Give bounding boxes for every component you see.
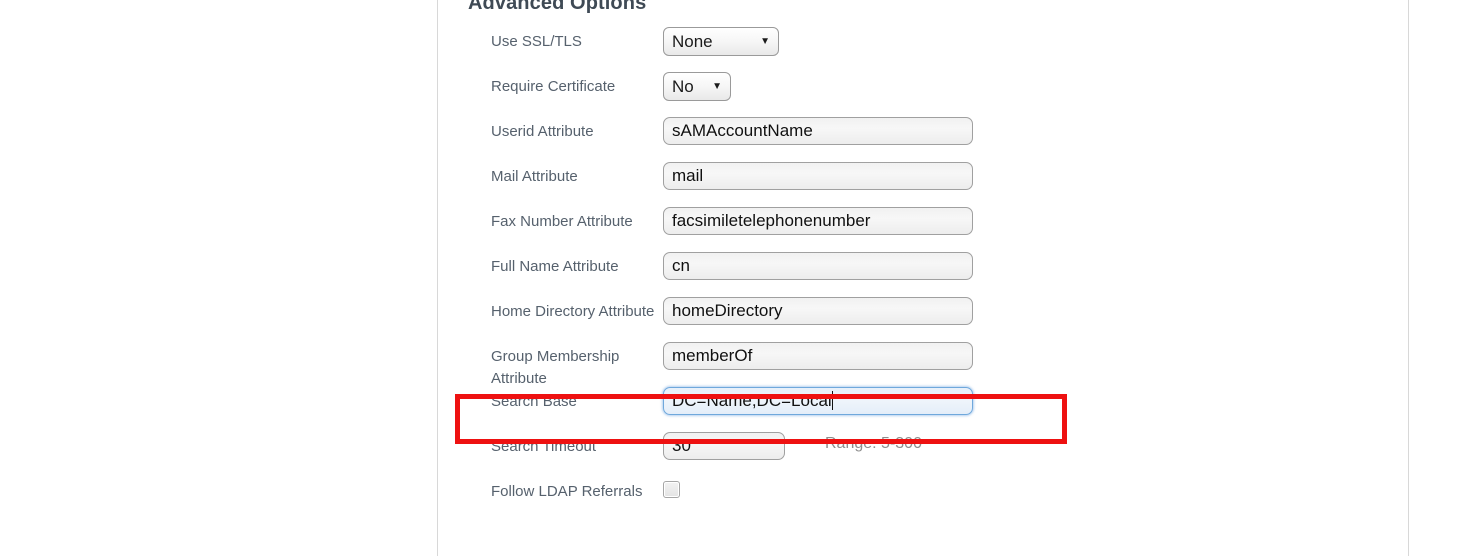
text-cursor [832,391,833,410]
require-certificate-select[interactable]: No ▼ [663,72,731,101]
search-base-value: DC=Name,DC=Local [672,391,832,410]
form-row-group-membership-attribute: Group Membership Attribute memberOf [437,342,1408,387]
label-mail-attribute: Mail Attribute [491,162,663,188]
label-search-timeout: Search Timeout [491,432,663,458]
label-group-membership-attribute: Group Membership Attribute [491,342,663,390]
form-row-search-base: Search Base DC=Name,DC=Local [437,387,1408,432]
form-row-fax-number-attribute: Fax Number Attribute facsimiletelephonen… [437,207,1408,252]
form-row-use-ssl-tls: Use SSL/TLS None ▼ [437,27,1408,72]
follow-ldap-referrals-checkbox[interactable] [663,481,680,498]
fax-number-attribute-input[interactable]: facsimiletelephonenumber [663,207,973,235]
group-membership-attribute-input[interactable]: memberOf [663,342,973,370]
chevron-down-icon: ▼ [760,37,770,47]
search-base-input[interactable]: DC=Name,DC=Local [663,387,973,415]
search-timeout-range-hint: Range: 5-300 [825,432,922,453]
advanced-options-panel: Advanced Options Use SSL/TLS None ▼ Requ… [437,0,1408,556]
mail-attribute-input[interactable]: mail [663,162,973,190]
page-title: Advanced Options [468,0,646,15]
control-use-ssl-tls: None ▼ [663,27,779,56]
control-userid-attribute: sAMAccountName [663,117,973,145]
full-name-attribute-input[interactable]: cn [663,252,973,280]
home-directory-attribute-input[interactable]: homeDirectory [663,297,973,325]
page-root: Advanced Options Use SSL/TLS None ▼ Requ… [0,0,1460,556]
control-fax-number-attribute: facsimiletelephonenumber [663,207,973,235]
label-search-base: Search Base [491,387,663,413]
content-divider-right [1408,0,1409,556]
form-row-userid-attribute: Userid Attribute sAMAccountName [437,117,1408,162]
label-userid-attribute: Userid Attribute [491,117,663,143]
userid-attribute-input[interactable]: sAMAccountName [663,117,973,145]
label-require-certificate: Require Certificate [491,72,663,98]
search-timeout-input[interactable]: 30 [663,432,785,460]
label-home-directory-attribute: Home Directory Attribute [491,297,663,323]
use-ssl-tls-value: None [672,32,713,52]
control-search-base: DC=Name,DC=Local [663,387,973,415]
control-follow-ldap-referrals [663,477,680,498]
label-follow-ldap-referrals: Follow LDAP Referrals [491,477,663,503]
label-fax-number-attribute: Fax Number Attribute [491,207,663,233]
form-row-full-name-attribute: Full Name Attribute cn [437,252,1408,297]
form-row-follow-ldap-referrals: Follow LDAP Referrals [437,477,1408,522]
control-require-certificate: No ▼ [663,72,731,101]
control-group-membership-attribute: memberOf [663,342,973,370]
control-full-name-attribute: cn [663,252,973,280]
use-ssl-tls-select[interactable]: None ▼ [663,27,779,56]
form-row-search-timeout: Search Timeout 30 Range: 5-300 [437,432,1408,477]
form-row-home-directory-attribute: Home Directory Attribute homeDirectory [437,297,1408,342]
vertical-scrollbar[interactable] [1444,0,1460,556]
label-use-ssl-tls: Use SSL/TLS [491,27,663,53]
control-mail-attribute: mail [663,162,973,190]
form-row-mail-attribute: Mail Attribute mail [437,162,1408,207]
form-row-require-certificate: Require Certificate No ▼ [437,72,1408,117]
control-home-directory-attribute: homeDirectory [663,297,973,325]
settings-form: Use SSL/TLS None ▼ Require Certificate N… [437,27,1408,522]
chevron-down-icon: ▼ [712,82,722,92]
control-search-timeout: 30 Range: 5-300 [663,432,922,460]
require-certificate-value: No [672,77,694,97]
label-full-name-attribute: Full Name Attribute [491,252,663,278]
